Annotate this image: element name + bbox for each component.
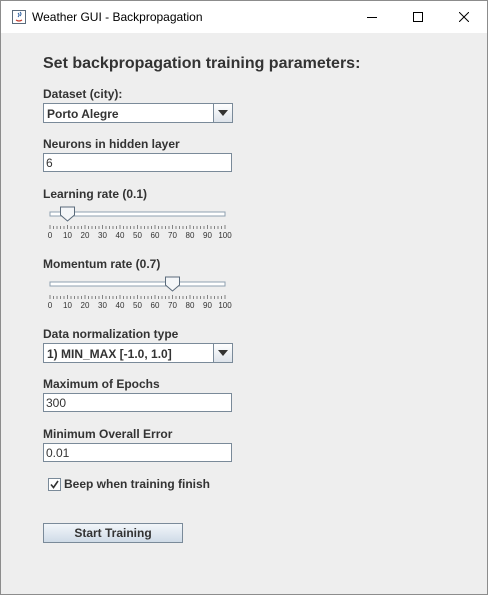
slider-graphic[interactable]: 0 10 20 30 40 50 60 70 80 90 100 — [43, 275, 235, 311]
max-epochs-field[interactable] — [43, 393, 232, 412]
slider-tick-label: 20 — [81, 301, 90, 310]
slider-thumb[interactable] — [165, 276, 180, 292]
beep-checkbox[interactable]: Beep when training finish — [48, 477, 210, 491]
dataset-dropdown-button[interactable] — [213, 104, 232, 122]
momentum-rate-slider[interactable]: 0 10 20 30 40 50 60 70 80 90 100 — [43, 275, 235, 311]
form-heading: Set backpropagation training parameters: — [43, 55, 361, 72]
learning-rate-label: Learning rate (0.1) — [43, 187, 148, 201]
slider-tick-label: 60 — [151, 231, 160, 240]
slider-tick-label: 100 — [218, 301, 232, 310]
dataset-value: Porto Alegre — [47, 107, 119, 121]
slider-tick-label: 40 — [116, 231, 125, 240]
min-error-field[interactable] — [43, 443, 232, 462]
checkbox-box[interactable] — [48, 477, 61, 491]
normalization-dropdown-button[interactable] — [213, 344, 232, 362]
slider-tick-label: 10 — [63, 301, 72, 310]
learning-rate-slider[interactable]: 0 10 20 30 40 50 60 70 80 90 100 — [43, 205, 235, 241]
slider-tick-label: 80 — [186, 231, 195, 240]
slider-tick-label: 0 — [48, 301, 53, 310]
slider-tick-label: 40 — [116, 301, 125, 310]
min-error-input[interactable] — [44, 444, 231, 462]
slider-tick-label: 20 — [81, 231, 90, 240]
max-epochs-input[interactable] — [44, 394, 231, 412]
start-training-button[interactable]: Start Training — [43, 523, 183, 543]
dataset-select[interactable]: Porto Alegre — [43, 103, 233, 123]
java-app-icon — [12, 10, 26, 24]
slider-thumb[interactable] — [60, 206, 75, 222]
normalization-value: 1) MIN_MAX [-1.0, 1.0] — [47, 347, 172, 361]
window-title: Weather GUI - Backpropagation — [32, 10, 203, 24]
slider-tick-label: 60 — [151, 301, 160, 310]
slider-tick-label: 70 — [168, 301, 177, 310]
chevron-down-icon — [218, 350, 228, 356]
neurons-input[interactable] — [44, 154, 231, 172]
title-bar[interactable]: Weather GUI - Backpropagation — [1, 1, 487, 33]
slider-tick-label: 50 — [133, 301, 142, 310]
slider-track[interactable] — [49, 281, 226, 287]
dataset-label: Dataset (city): — [43, 87, 123, 101]
neurons-field[interactable] — [43, 153, 232, 172]
form-panel: Set backpropagation training parameters:… — [1, 33, 487, 594]
minimize-button[interactable] — [349, 1, 395, 33]
slider-track[interactable] — [49, 211, 226, 217]
chevron-down-icon — [218, 110, 228, 116]
slider-tick-label: 30 — [98, 231, 107, 240]
min-error-label: Minimum Overall Error — [43, 427, 173, 441]
slider-tick-label: 90 — [203, 301, 212, 310]
neurons-label: Neurons in hidden layer — [43, 137, 180, 151]
beep-label: Beep when training finish — [64, 477, 211, 491]
close-icon — [459, 12, 469, 22]
normalization-label: Data normalization type — [43, 327, 179, 341]
momentum-rate-label: Momentum rate (0.7) — [43, 257, 161, 271]
close-button[interactable] — [441, 1, 487, 33]
slider-tick-label: 0 — [48, 231, 53, 240]
max-epochs-label: Maximum of Epochs — [43, 377, 160, 391]
slider-tick-label: 80 — [186, 301, 195, 310]
slider-tick-label: 90 — [203, 231, 212, 240]
maximize-button[interactable] — [395, 1, 441, 33]
slider-tick-label: 50 — [133, 231, 142, 240]
slider-graphic[interactable]: 0 10 20 30 40 50 60 70 80 90 100 — [43, 205, 235, 241]
minimize-icon — [367, 17, 377, 18]
normalization-select[interactable]: 1) MIN_MAX [-1.0, 1.0] — [43, 343, 233, 363]
app-window: Weather GUI - Backpropagation Set backpr… — [0, 0, 488, 595]
slider-tick-label: 100 — [218, 231, 232, 240]
slider-tick-label: 10 — [63, 231, 72, 240]
checkmark-icon — [50, 480, 59, 489]
slider-tick-label: 70 — [168, 231, 177, 240]
slider-tick-label: 30 — [98, 301, 107, 310]
maximize-icon — [413, 12, 423, 22]
